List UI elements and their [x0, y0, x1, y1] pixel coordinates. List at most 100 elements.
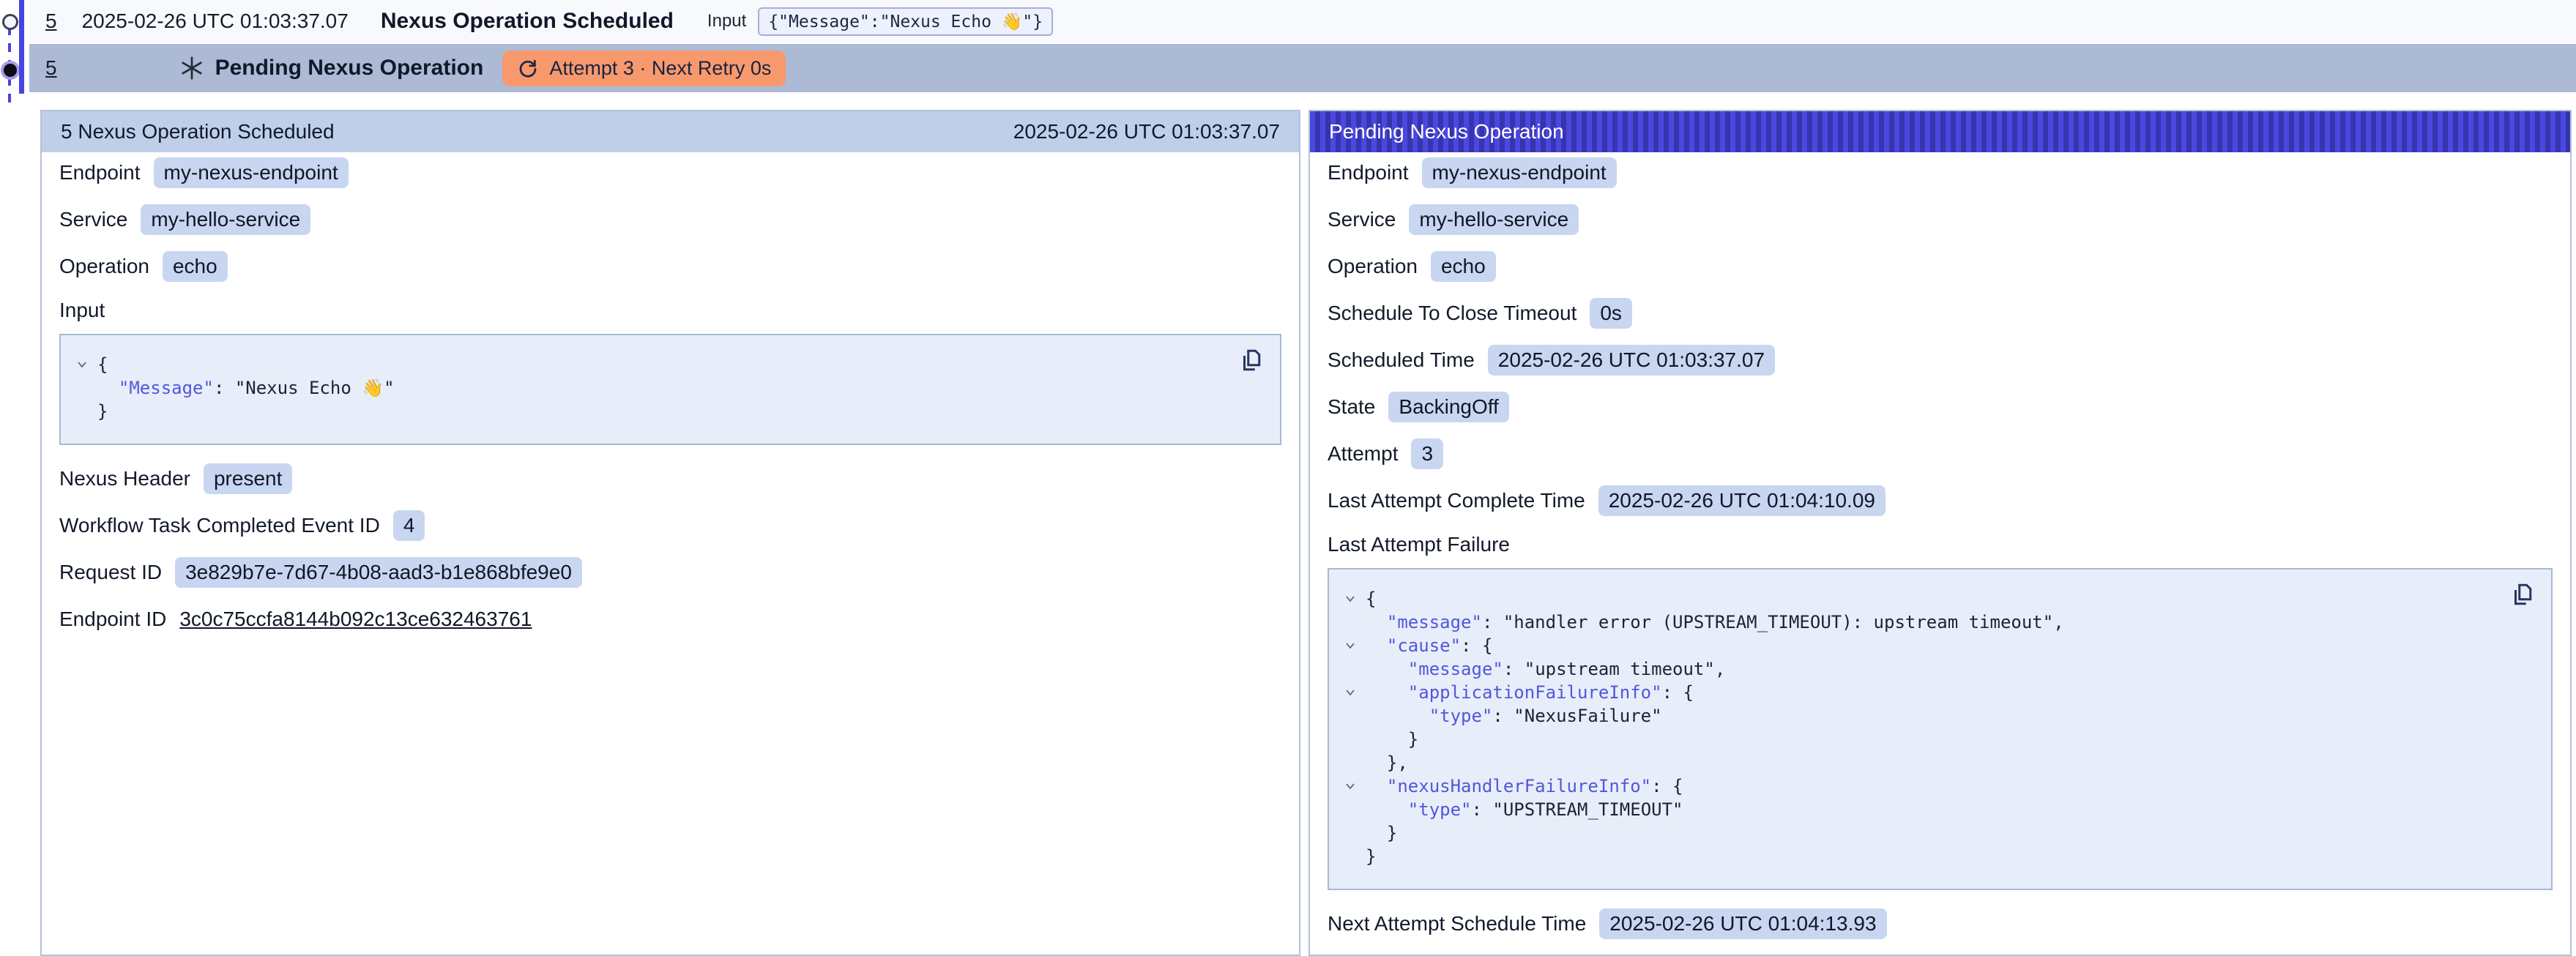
- endpoint-id-row: Endpoint ID 3c0c75ccfa8144b092c13ce63246…: [59, 603, 1281, 635]
- event-row-pending[interactable]: 5 Pending Nexus Operation Attempt 3 · Ne…: [29, 44, 2576, 92]
- field-row: State BackingOff: [1328, 391, 2553, 423]
- failure-json-block: {"message": "handler error (UPSTREAM_TIM…: [1328, 568, 2553, 890]
- field-value-badge: echo: [163, 251, 228, 282]
- field-value-badge: 4: [393, 510, 425, 541]
- field-value-badge: my-nexus-endpoint: [1422, 157, 1617, 188]
- field-value-badge: present: [204, 463, 292, 494]
- input-preview-chip[interactable]: {"Message":"Nexus Echo 👋"}: [758, 7, 1053, 36]
- field-value-badge: echo: [1431, 251, 1496, 282]
- panel-timestamp: 2025-02-26 UTC 01:03:37.07: [1013, 120, 1280, 143]
- event-detail-panels: 5 Nexus Operation Scheduled 2025-02-26 U…: [40, 110, 2572, 956]
- json-code-line: "message": "upstream timeout",: [1335, 657, 2463, 681]
- panel-title: 5 Nexus Operation Scheduled: [61, 120, 335, 143]
- field-label: Endpoint ID: [59, 608, 166, 631]
- json-code-line: {: [67, 353, 1192, 376]
- field-label: Scheduled Time: [1328, 348, 1475, 372]
- json-code-text: "cause": {: [1366, 634, 1492, 657]
- code-gutter: [67, 353, 97, 376]
- field-list: Endpoint my-nexus-endpoint Service my-he…: [59, 157, 1281, 283]
- json-code-text: "message": "handler error (UPSTREAM_TIME…: [1366, 610, 2064, 634]
- field-row: Schedule To Close Timeout 0s: [1328, 297, 2553, 329]
- field-label: Service: [1328, 208, 1396, 231]
- field-row: Nexus Header present: [59, 463, 1281, 495]
- json-code-text: }: [1366, 821, 1397, 845]
- collapse-chevron-icon[interactable]: [1343, 591, 1358, 606]
- field-label: Schedule To Close Timeout: [1328, 302, 1577, 325]
- field-value-badge: 2025-02-26 UTC 01:03:37.07: [1488, 345, 1775, 376]
- collapse-chevron-icon[interactable]: [1343, 779, 1358, 793]
- copy-icon[interactable]: [1239, 347, 1265, 373]
- copy-icon[interactable]: [2510, 581, 2536, 608]
- json-code-line: }: [67, 400, 1192, 423]
- pending-panel-header: Pending Nexus Operation: [1310, 111, 2570, 152]
- json-code-line: "cause": {: [1335, 634, 2463, 657]
- event-row-scheduled[interactable]: 5 2025-02-26 UTC 01:03:37.07 Nexus Opera…: [29, 0, 2576, 42]
- json-code-text: {: [1366, 587, 1376, 610]
- field-value-badge: my-hello-service: [141, 204, 310, 235]
- collapse-chevron-icon[interactable]: [1343, 638, 1358, 653]
- field-label: Attempt: [1328, 442, 1398, 466]
- json-code-text: "nexusHandlerFailureInfo": {: [1366, 774, 1683, 798]
- event-title: Pending Nexus Operation: [215, 56, 484, 81]
- json-code-line: "nexusHandlerFailureInfo": {: [1335, 774, 2463, 798]
- scheduled-event-panel: 5 Nexus Operation Scheduled 2025-02-26 U…: [40, 110, 1300, 956]
- selected-group-indicator: [19, 0, 24, 94]
- collapse-chevron-icon[interactable]: [1343, 685, 1358, 700]
- json-code-text: }: [97, 400, 108, 423]
- field-row: Operation echo: [59, 250, 1281, 283]
- endpoint-id-link[interactable]: 3c0c75ccfa8144b092c13ce632463761: [179, 608, 532, 631]
- field-label: Next Attempt Schedule Time: [1328, 912, 1586, 936]
- json-code-text: }: [1366, 845, 1376, 868]
- json-code-line: "applicationFailureInfo": {: [1335, 681, 2463, 704]
- field-row: Endpoint my-nexus-endpoint: [1328, 157, 2553, 189]
- code-gutter: [67, 376, 97, 400]
- json-code-line: "type": "NexusFailure": [1335, 704, 2463, 728]
- field-value-badge: 2025-02-26 UTC 01:04:13.93: [1599, 908, 1886, 939]
- json-code-text: "type": "UPSTREAM_TIMEOUT": [1366, 798, 1683, 821]
- code-gutter: [1335, 634, 1366, 657]
- field-label: Endpoint: [59, 161, 141, 184]
- json-code-line: }: [1335, 845, 2463, 868]
- next-attempt-row: Next Attempt Schedule Time 2025-02-26 UT…: [1328, 908, 2553, 940]
- event-id-link[interactable]: 5: [45, 56, 57, 80]
- field-row: Scheduled Time 2025-02-26 UTC 01:03:37.0…: [1328, 344, 2553, 376]
- json-code-line: "Message": "Nexus Echo 👋": [67, 376, 1192, 400]
- code-gutter: [1335, 821, 1366, 845]
- field-value-badge: 3: [1411, 438, 1443, 469]
- code-gutter: [1335, 681, 1366, 704]
- json-code-text: },: [1366, 751, 1408, 774]
- retry-badge-label: Attempt 3 · Next Retry 0s: [549, 57, 771, 80]
- json-code: {"Message": "Nexus Echo 👋"}: [67, 353, 1192, 423]
- scheduled-panel-header: 5 Nexus Operation Scheduled 2025-02-26 U…: [42, 111, 1299, 152]
- field-row: Service my-hello-service: [1328, 203, 2553, 236]
- field-label: Workflow Task Completed Event ID: [59, 514, 380, 537]
- field-row: Endpoint my-nexus-endpoint: [59, 157, 1281, 189]
- collapse-chevron-icon[interactable]: [75, 357, 89, 372]
- timeline-rail: [0, 0, 29, 110]
- code-gutter: [1335, 774, 1366, 798]
- input-section-label: Input: [59, 297, 1281, 324]
- field-value-badge: my-hello-service: [1409, 204, 1579, 235]
- json-code: {"message": "handler error (UPSTREAM_TIM…: [1335, 587, 2463, 868]
- json-code-line: {: [1335, 587, 2463, 610]
- event-id-link[interactable]: 5: [45, 10, 57, 33]
- json-code-line: },: [1335, 751, 2463, 774]
- field-row: Service my-hello-service: [59, 203, 1281, 236]
- field-list: Nexus Header present Workflow Task Compl…: [59, 463, 1281, 589]
- code-gutter: [1335, 751, 1366, 774]
- code-gutter: [1335, 587, 1366, 610]
- json-code-text: "applicationFailureInfo": {: [1366, 681, 1694, 704]
- json-code-line: }: [1335, 821, 2463, 845]
- field-label: Last Attempt Complete Time: [1328, 489, 1585, 512]
- field-value-badge: 3e829b7e-7d67-4b08-aad3-b1e868bfe9e0: [175, 557, 582, 588]
- event-history-top-strip: 5 2025-02-26 UTC 01:03:37.07 Nexus Opera…: [0, 0, 2576, 110]
- code-gutter: [1335, 610, 1366, 634]
- json-code-line: "type": "UPSTREAM_TIMEOUT": [1335, 798, 2463, 821]
- json-code-text: {: [97, 353, 108, 376]
- code-gutter: [1335, 845, 1366, 868]
- field-label: Service: [59, 208, 127, 231]
- json-code-line: }: [1335, 728, 2463, 751]
- field-label: Nexus Header: [59, 467, 190, 490]
- retry-attempt-badge: Attempt 3 · Next Retry 0s: [502, 51, 786, 86]
- code-gutter: [67, 400, 97, 423]
